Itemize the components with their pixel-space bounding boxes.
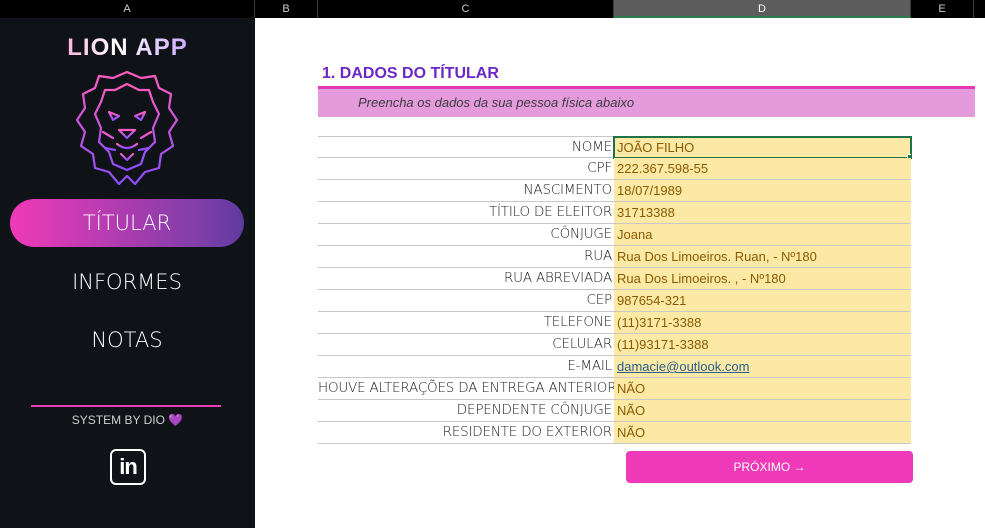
residente-exterior-field[interactable]: NÃO <box>614 422 911 443</box>
sidebar-divider <box>31 405 221 407</box>
heart-icon: 💜 <box>168 413 184 427</box>
next-button[interactable]: PRÓXIMO → <box>626 451 913 483</box>
column-header-b[interactable]: B <box>255 0 318 18</box>
nav-item-titular[interactable]: TÍTULAR <box>10 199 244 247</box>
rua-field[interactable]: Rua Dos Limoeiros. Ruan, - Nº180 <box>614 246 911 267</box>
conjuge-field[interactable]: Joana <box>614 224 911 245</box>
field-label: RUA ABREVIADA <box>503 270 612 286</box>
section-subtitle: Preencha os dados da sua pessoa física a… <box>358 95 635 110</box>
column-header-bar: A B C D E <box>0 0 985 18</box>
form-row-alteracoes: HOUVE ALTERAÇÕES DA ENTREGA ANTERIOR NÃO <box>318 378 911 400</box>
field-label: DEPENDENTE CÔNJUGE <box>456 402 612 418</box>
field-label: NASCIMENTO <box>523 182 613 198</box>
field-label: CELULAR <box>552 336 612 352</box>
field-label: CEP <box>586 292 613 308</box>
field-label: TELEFONE <box>543 314 612 330</box>
system-credit: SYSTEM BY DIO 💜 <box>0 413 255 427</box>
system-credit-text: SYSTEM BY DIO <box>71 413 165 427</box>
field-label: RUA <box>584 248 612 264</box>
nascimento-field[interactable]: 18/07/1989 <box>614 180 911 201</box>
form-row-cep: CEP 987654-321 <box>318 290 911 312</box>
column-header-c[interactable]: C <box>318 0 614 18</box>
alteracoes-field[interactable]: NÃO <box>614 378 911 399</box>
form-row-email: E-MAIL damacie@outlook.com <box>318 356 911 378</box>
celular-field[interactable]: (11)93171-3388 <box>614 334 911 355</box>
nav-item-notas[interactable]: NOTAS <box>10 316 244 364</box>
form-row-residente-exterior: RESIDENTE DO EXTERIOR NÃO <box>318 422 911 444</box>
form-row-nascimento: NASCIMENTO 18/07/1989 <box>318 180 911 202</box>
form-row-celular: CELULAR (11)93171-3388 <box>318 334 911 356</box>
form-row-titulo-eleitor: TÍTILO DE ELEITOR 31713388 <box>318 202 911 224</box>
lion-logo-icon <box>75 70 179 186</box>
column-header-e[interactable]: E <box>911 0 974 18</box>
form-row-telefone: TELEFONE (11)3171-3388 <box>318 312 911 334</box>
form-row-dependente-conjuge: DEPENDENTE CÔNJUGE NÃO <box>318 400 911 422</box>
field-label: NOME <box>571 139 612 155</box>
telefone-field[interactable]: (11)3171-3388 <box>614 312 911 333</box>
nome-field[interactable]: JOÃO FILHO <box>613 136 912 159</box>
form-row-conjuge: CÔNJUGE Joana <box>318 224 911 246</box>
field-label: E-MAIL <box>567 358 612 374</box>
form-row-cpf: CPF 222.367.598-55 <box>318 158 911 180</box>
form-row-rua: RUA Rua Dos Limoeiros. Ruan, - Nº180 <box>318 246 911 268</box>
dependente-conjuge-field[interactable]: NÃO <box>614 400 911 421</box>
column-header-d[interactable]: D <box>614 0 911 18</box>
cpf-field[interactable]: 222.367.598-55 <box>614 158 911 179</box>
email-field[interactable]: damacie@outlook.com <box>614 356 911 377</box>
form-row-nome: NOME JOÃO FILHO <box>318 136 912 159</box>
field-label: TÍTILO DE ELEITOR <box>488 204 612 220</box>
form-row-rua-abreviada: RUA ABREVIADA Rua Dos Limoeiros. , - Nº1… <box>318 268 911 290</box>
linkedin-icon[interactable]: in <box>110 449 146 485</box>
rua-abreviada-field[interactable]: Rua Dos Limoeiros. , - Nº180 <box>614 268 911 289</box>
field-value: JOÃO FILHO <box>617 140 695 155</box>
field-label: CÔNJUGE <box>550 226 612 242</box>
app-title: LION APP <box>0 34 255 62</box>
column-header-a[interactable]: A <box>0 0 255 18</box>
section-title: 1. DADOS DO TÍTULAR <box>322 65 499 82</box>
cep-field[interactable]: 987654-321 <box>614 290 911 311</box>
holder-form: NOME JOÃO FILHO CPF 222.367.598-55 NASCI… <box>318 136 912 444</box>
field-label: RESIDENTE DO EXTERIOR <box>442 424 613 440</box>
nav-item-informes[interactable]: INFORMES <box>10 258 244 306</box>
titulo-eleitor-field[interactable]: 31713388 <box>614 202 911 223</box>
field-label: CPF <box>587 160 612 176</box>
field-label: HOUVE ALTERAÇÕES DA ENTREGA ANTERIOR <box>318 380 617 396</box>
